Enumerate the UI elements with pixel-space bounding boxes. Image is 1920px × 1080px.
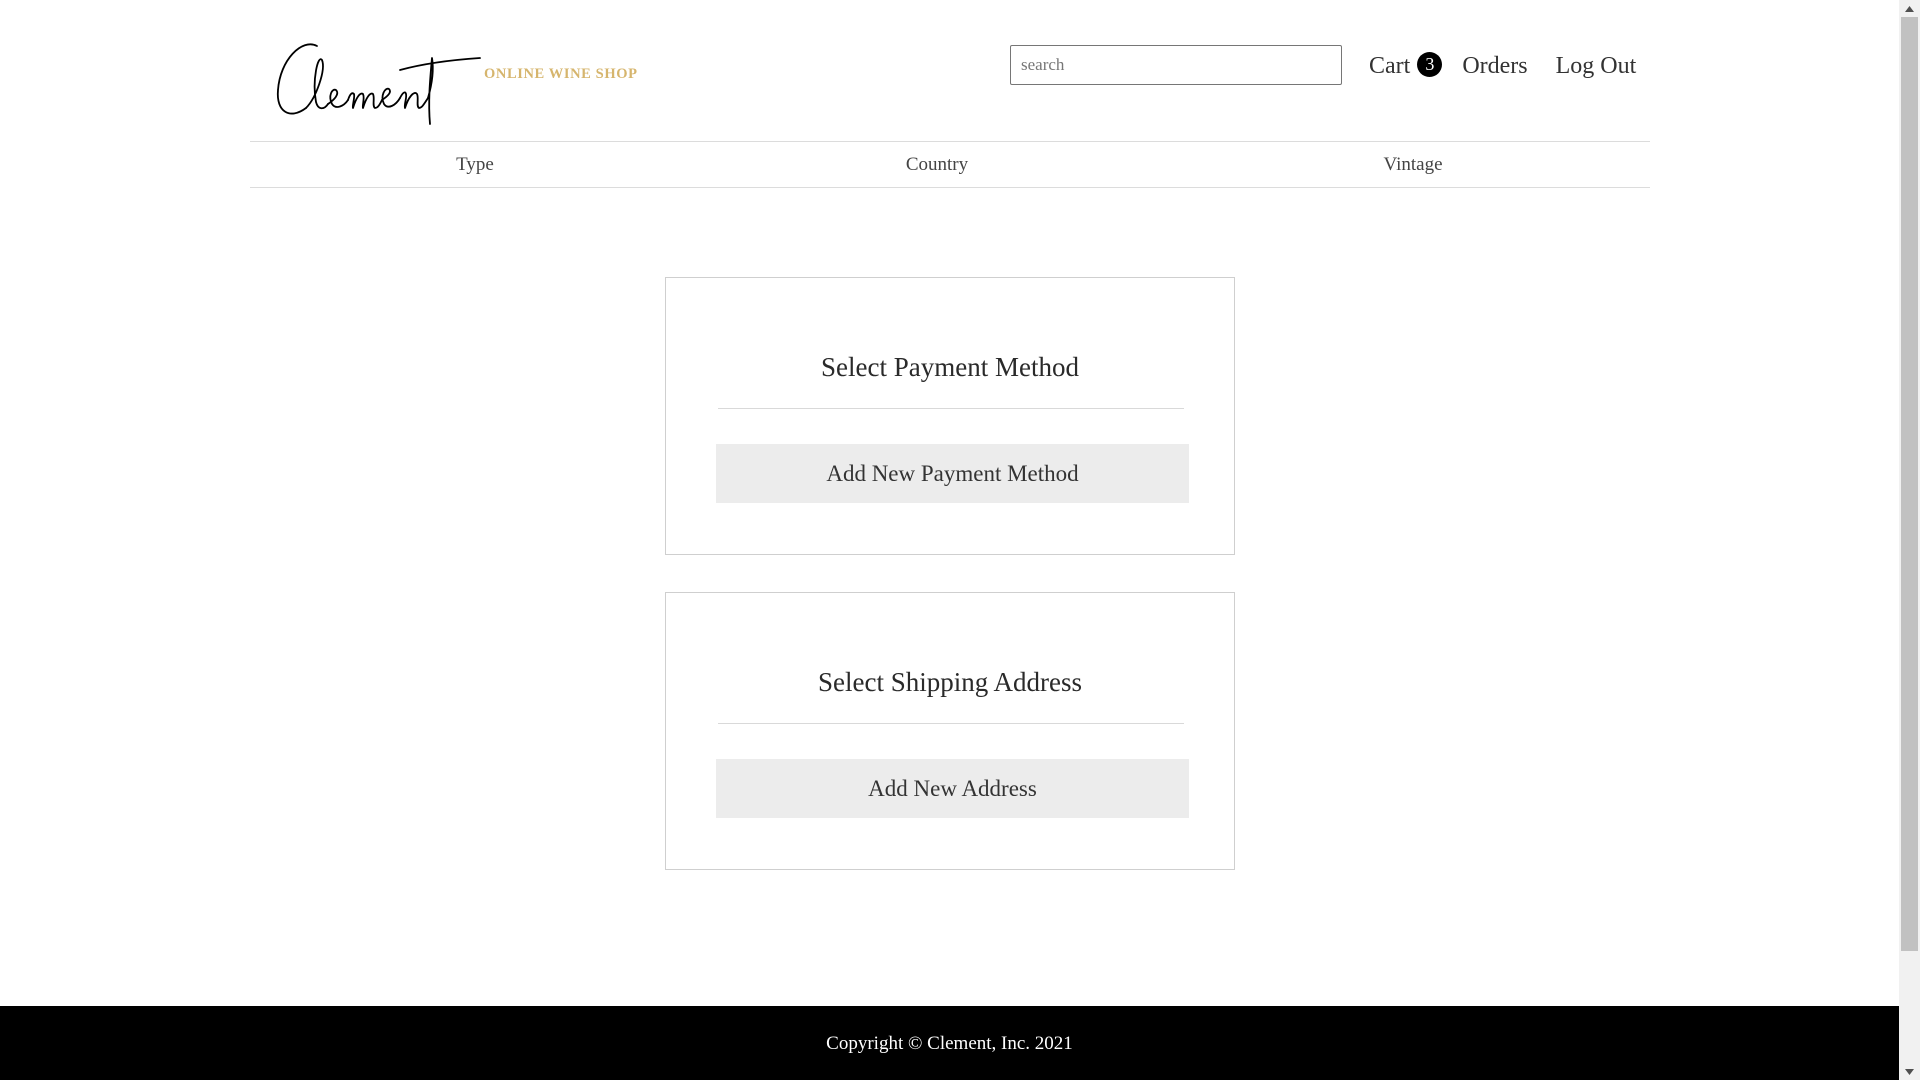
scroll-up-button[interactable]: [1899, 0, 1920, 17]
footer-copyright: Copyright © Clement, Inc. 2021: [826, 1033, 1073, 1054]
page-content: ONLINE WINE SHOP Cart 3 Orders Log Out T…: [0, 0, 1899, 1006]
add-address-button[interactable]: Add New Address: [716, 759, 1189, 818]
logo-script-icon: [277, 43, 481, 125]
site-header: ONLINE WINE SHOP Cart 3 Orders Log Out: [250, 0, 1650, 141]
triangle-down-icon: [1905, 1068, 1914, 1075]
shipping-address-panel: Select Shipping Address Add New Address: [665, 592, 1235, 870]
payment-panel-title: Select Payment Method: [821, 352, 1079, 382]
shipping-panel-title: Select Shipping Address: [818, 667, 1082, 697]
page: ONLINE WINE SHOP Cart 3 Orders Log Out T…: [0, 0, 1920, 1080]
orders-link[interactable]: Orders: [1462, 53, 1527, 80]
payment-method-panel: Select Payment Method Add New Payment Me…: [665, 277, 1235, 555]
search-input[interactable]: [1010, 45, 1342, 85]
cart-link[interactable]: Cart 3: [1369, 52, 1443, 80]
cart-label: Cart: [1369, 52, 1411, 79]
shipping-panel-divider: [718, 723, 1184, 724]
nav-item-vintage[interactable]: Vintage: [1383, 154, 1442, 176]
user-nav: Cart 3 Orders Log Out: [1369, 46, 1636, 86]
nav-item-type[interactable]: Type: [456, 154, 494, 176]
site-logo[interactable]: ONLINE WINE SHOP: [272, 40, 637, 126]
vertical-scrollbar[interactable]: [1899, 0, 1920, 1080]
cart-count-badge: 3: [1417, 52, 1443, 77]
scroll-down-button[interactable]: [1899, 1063, 1920, 1080]
add-payment-method-button[interactable]: Add New Payment Method: [716, 444, 1189, 503]
triangle-up-icon: [1905, 5, 1914, 12]
site-footer: Copyright © Clement, Inc. 2021: [0, 1006, 1899, 1080]
scrollbar-thumb[interactable]: [1901, 17, 1918, 951]
logout-link[interactable]: Log Out: [1556, 53, 1637, 80]
category-nav: Type Country Vintage: [250, 141, 1650, 188]
payment-panel-divider: [718, 408, 1184, 409]
nav-item-country[interactable]: Country: [906, 154, 968, 176]
logo-subtitle: ONLINE WINE SHOP: [484, 66, 638, 82]
